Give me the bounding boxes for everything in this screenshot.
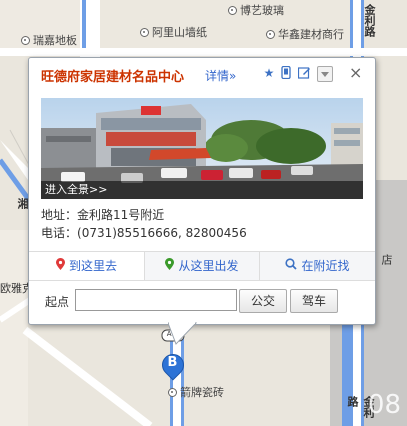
edit-icon[interactable] — [297, 66, 311, 80]
poi-dot-icon — [21, 35, 30, 45]
bus-button[interactable]: 公交 — [239, 289, 287, 313]
watermark: 08 — [367, 390, 401, 420]
start-row: 起点 公交 驾车 — [29, 288, 375, 314]
pin-green-icon — [165, 252, 175, 280]
address-row: 地址：金利路11号附近 — [41, 206, 164, 223]
tab-search-nearby[interactable]: 在附近找 — [260, 252, 375, 280]
tab-search-nearby-label: 在附近找 — [301, 259, 350, 273]
tab-go-here[interactable]: 到这里去 — [29, 252, 144, 280]
drive-button[interactable]: 驾车 — [290, 289, 338, 313]
poi-ruijia-floor[interactable]: 瑞嘉地板 — [21, 32, 77, 48]
close-icon[interactable]: × — [349, 63, 362, 82]
map-marker-b[interactable]: B — [157, 349, 189, 381]
search-icon — [285, 252, 298, 280]
star-icon[interactable]: ★ — [262, 66, 276, 80]
route-tabs: 到这里去 从这里出发 在附近找 — [29, 251, 375, 281]
tab-go-here-label: 到这里去 — [68, 259, 117, 273]
poi-alishan-wallpaper[interactable]: 阿里山墙纸 — [140, 24, 207, 40]
phone-value: (0731)85516666, 82800456 — [77, 226, 247, 240]
pin-red-icon — [55, 252, 65, 280]
start-input[interactable] — [75, 289, 237, 311]
start-label: 起点 — [45, 295, 70, 309]
tab-start-here-label: 从这里出发 — [178, 259, 239, 273]
popup-tail — [168, 322, 198, 345]
poi-dot-icon — [140, 27, 149, 37]
tab-start-here[interactable]: 从这里出发 — [145, 252, 259, 280]
poi-dot-icon — [228, 5, 237, 15]
phone-label: 电话： — [41, 226, 78, 240]
dropdown-icon[interactable] — [317, 66, 333, 82]
info-popup: 旺德府家居建材名品中心 详情» ★ × 进入全景>> 地址：金利路11号附近 电… — [28, 57, 376, 325]
panorama-photo[interactable]: 进入全景>> — [41, 98, 363, 199]
poi-dot-icon — [266, 29, 275, 39]
phone-icon[interactable] — [279, 65, 293, 80]
address-value: 金利路11号附近 — [77, 208, 165, 222]
poi-dot-icon — [168, 387, 177, 397]
panorama-caption[interactable]: 进入全景>> — [41, 181, 363, 199]
phone-row: 电话：(0731)85516666, 82800456 — [41, 224, 247, 241]
popup-title: 旺德府家居建材名品中心 — [41, 70, 185, 85]
poi-huaxin-building[interactable]: 华鑫建材商行 — [266, 26, 344, 42]
detail-link[interactable]: 详情» — [205, 67, 236, 84]
road-label-jinli-top: 金利路 — [363, 4, 376, 37]
road-label-dian: 店 — [380, 254, 393, 265]
poi-jianpai-tiles[interactable]: 箭牌瓷砖 — [168, 384, 224, 400]
address-label: 地址： — [41, 208, 78, 222]
poi-boyi-glass[interactable]: 博艺玻璃 — [228, 2, 284, 18]
